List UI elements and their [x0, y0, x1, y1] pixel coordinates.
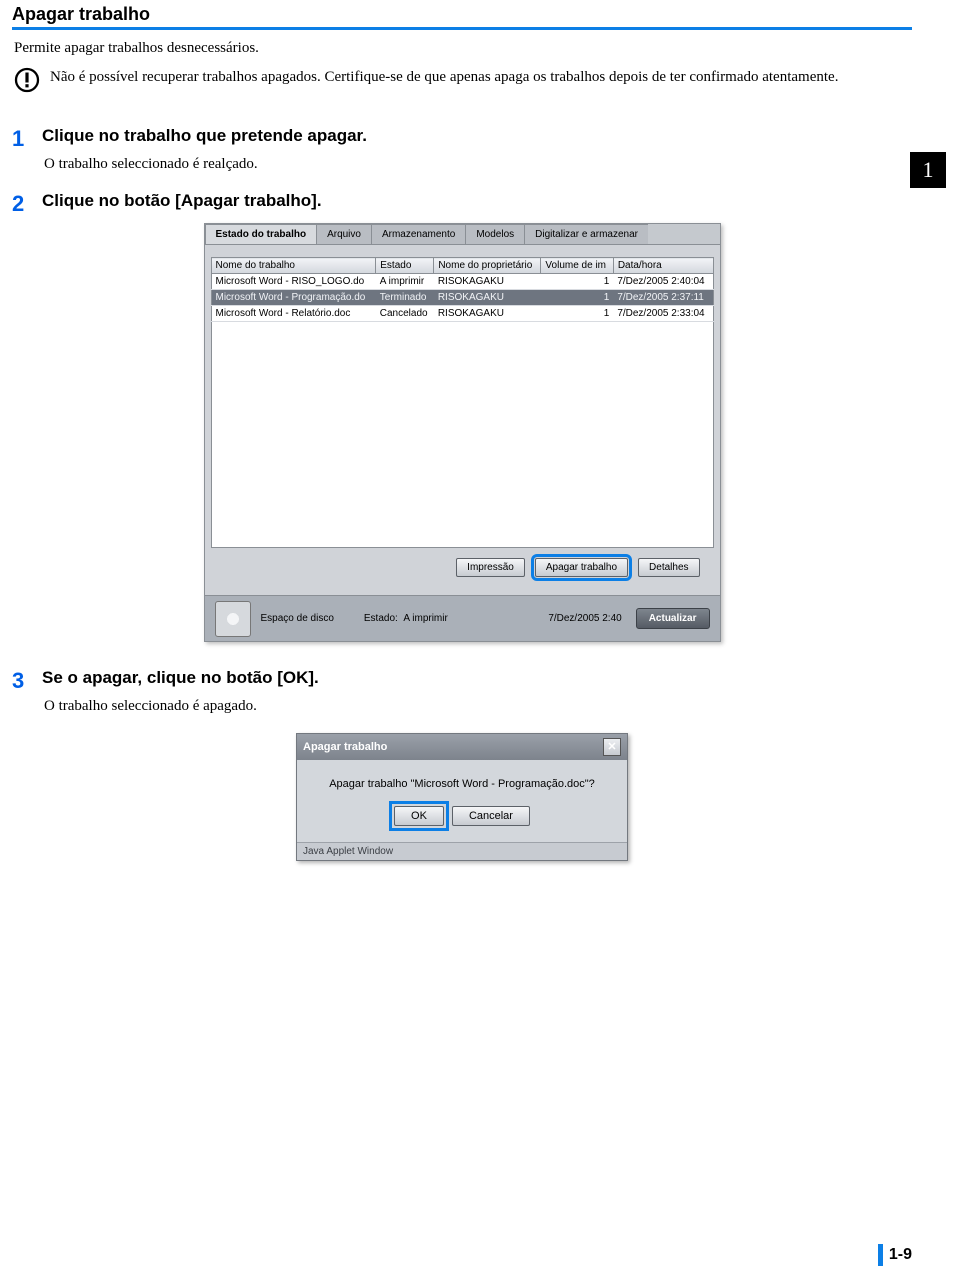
- chapter-tab: 1: [910, 152, 946, 188]
- cell: 7/Dez/2005 2:37:11: [613, 290, 713, 306]
- divider: [12, 27, 912, 30]
- details-button[interactable]: Detalhes: [638, 558, 699, 577]
- warning-text: Não é possível recuperar trabalhos apaga…: [50, 67, 838, 87]
- cell: Microsoft Word - RISO_LOGO.do: [211, 274, 376, 290]
- cell: 1: [541, 290, 613, 306]
- confirm-dialog: Apagar trabalho ✕ Apagar trabalho "Micro…: [296, 733, 628, 861]
- tab-digitalizar[interactable]: Digitalizar e armazenar: [524, 224, 649, 244]
- page-number: 1-9: [878, 1244, 912, 1266]
- step3-title: Se o apagar, clique no botão [OK].: [42, 668, 319, 688]
- section-title: Apagar trabalho: [12, 4, 912, 25]
- ok-button[interactable]: OK: [394, 806, 444, 826]
- step2-number: 2: [12, 191, 30, 217]
- close-icon[interactable]: ✕: [603, 738, 621, 756]
- alert-icon: [14, 67, 40, 98]
- state-value: A imprimir: [403, 613, 447, 624]
- step2-title: Clique no botão [Apagar trabalho].: [42, 191, 322, 211]
- job-table: Nome do trabalho Estado Nome do propriet…: [211, 257, 714, 322]
- disk-icon: [215, 601, 251, 637]
- table-row[interactable]: Microsoft Word - RISO_LOGO.do A imprimir…: [211, 274, 713, 290]
- dialog-title: Apagar trabalho: [303, 741, 387, 753]
- dialog-message: Apagar trabalho "Microsoft Word - Progra…: [309, 778, 615, 790]
- cancel-button[interactable]: Cancelar: [452, 806, 530, 826]
- step1-title: Clique no trabalho que pretende apagar.: [42, 126, 367, 146]
- warning-block: Não é possível recuperar trabalhos apaga…: [14, 67, 912, 98]
- table-row[interactable]: Microsoft Word - Programação.do Terminad…: [211, 290, 713, 306]
- col-volume[interactable]: Volume de im: [541, 258, 613, 274]
- col-owner[interactable]: Nome do proprietário: [434, 258, 541, 274]
- cell: 7/Dez/2005 2:33:04: [613, 306, 713, 322]
- tab-modelos[interactable]: Modelos: [465, 224, 525, 244]
- step1-sub: O trabalho seleccionado é realçado.: [44, 156, 912, 173]
- cell: RISOKAGAKU: [434, 306, 541, 322]
- col-date[interactable]: Data/hora: [613, 258, 713, 274]
- step1-number: 1: [12, 126, 30, 152]
- tab-bar: Estado do trabalho Arquivo Armazenamento…: [205, 224, 720, 245]
- col-name[interactable]: Nome do trabalho: [211, 258, 376, 274]
- dialog-footer: Java Applet Window: [297, 842, 627, 860]
- cell: 7/Dez/2005 2:40:04: [613, 274, 713, 290]
- cell: A imprimir: [376, 274, 434, 290]
- job-status-window: Estado do trabalho Arquivo Armazenamento…: [204, 223, 721, 642]
- empty-list-area: [211, 322, 714, 548]
- cell: RISOKAGAKU: [434, 274, 541, 290]
- cell: 1: [541, 274, 613, 290]
- update-button[interactable]: Actualizar: [636, 608, 710, 629]
- table-row[interactable]: Microsoft Word - Relatório.doc Cancelado…: [211, 306, 713, 322]
- cell: Microsoft Word - Relatório.doc: [211, 306, 376, 322]
- status-timestamp: 7/Dez/2005 2:40: [548, 613, 621, 624]
- print-button[interactable]: Impressão: [456, 558, 525, 577]
- cell: 1: [541, 306, 613, 322]
- tab-estado[interactable]: Estado do trabalho: [205, 224, 318, 244]
- cell: RISOKAGAKU: [434, 290, 541, 306]
- cell: Terminado: [376, 290, 434, 306]
- delete-job-button[interactable]: Apagar trabalho: [535, 558, 628, 577]
- disk-space-label: Espaço de disco: [261, 613, 334, 624]
- state-label: Estado:: [364, 613, 398, 624]
- intro-text: Permite apagar trabalhos desnecessários.: [14, 40, 912, 57]
- tab-arquivo[interactable]: Arquivo: [316, 224, 372, 244]
- col-state[interactable]: Estado: [376, 258, 434, 274]
- tab-armazenamento[interactable]: Armazenamento: [371, 224, 466, 244]
- step3-sub: O trabalho seleccionado é apagado.: [44, 698, 912, 715]
- cell: Cancelado: [376, 306, 434, 322]
- cell: Microsoft Word - Programação.do: [211, 290, 376, 306]
- step3-number: 3: [12, 668, 30, 694]
